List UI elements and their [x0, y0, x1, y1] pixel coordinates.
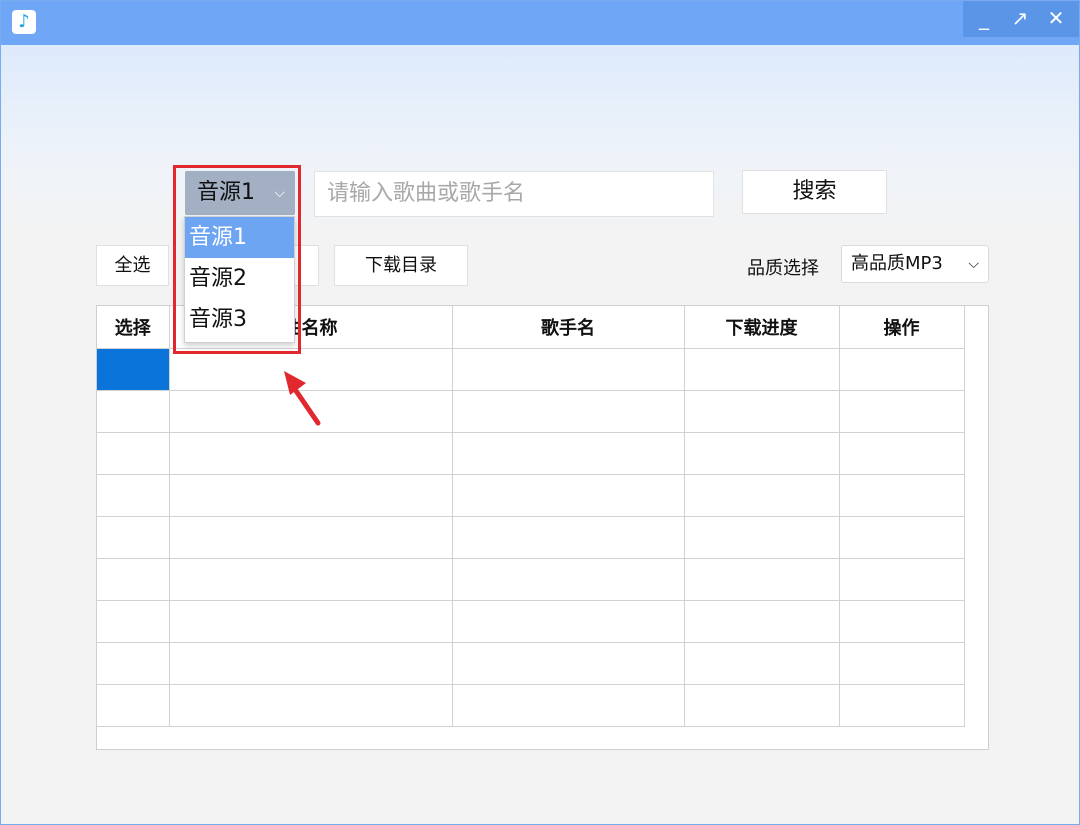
window-controls: _ ↗ ✕	[963, 1, 1079, 37]
search-button[interactable]: 搜索	[742, 170, 887, 214]
table-cell	[683, 599, 840, 643]
column-header-select[interactable]: 选择	[97, 306, 170, 349]
quality-value: 高品质MP3	[851, 253, 943, 274]
table-cell	[168, 431, 453, 475]
table-cell[interactable]	[97, 473, 170, 517]
table-row[interactable]	[97, 557, 965, 601]
table-cell	[838, 347, 965, 391]
table-cell	[838, 473, 965, 517]
table-cell	[683, 431, 840, 475]
column-header-action[interactable]: 操作	[838, 306, 965, 349]
table-cell	[451, 557, 685, 601]
table-cell	[838, 515, 965, 559]
table-cell	[683, 641, 840, 685]
table-cell	[168, 683, 453, 727]
table-row[interactable]	[97, 683, 965, 727]
table-cell	[838, 431, 965, 475]
download-dir-button[interactable]: 下载目录	[334, 245, 468, 286]
quality-label: 品质选择	[747, 258, 819, 279]
table-cell	[168, 557, 453, 601]
song-table: 选择 曲名称 歌手名 下载进度 操作	[96, 305, 989, 750]
table-cell	[683, 473, 840, 517]
minimize-button[interactable]: _	[967, 1, 1001, 37]
table-cell	[168, 641, 453, 685]
music-note-icon: ♪	[12, 10, 36, 34]
close-button[interactable]: ✕	[1039, 1, 1073, 37]
quality-select[interactable]: 高品质MP3 ⌵	[841, 245, 989, 283]
maximize-button[interactable]: ↗	[1003, 1, 1037, 37]
title-bar: ♪ _ ↗ ✕	[1, 1, 1079, 45]
table-row[interactable]	[97, 347, 965, 391]
table-cell	[451, 641, 685, 685]
table-cell[interactable]	[97, 389, 170, 433]
column-header-singer[interactable]: 歌手名	[451, 306, 685, 349]
table-cell	[838, 599, 965, 643]
table-row[interactable]	[97, 515, 965, 559]
table-cell	[168, 473, 453, 517]
table-cell[interactable]	[97, 557, 170, 601]
table-cell	[838, 683, 965, 727]
table-row[interactable]	[97, 473, 965, 517]
table-cell	[168, 599, 453, 643]
table-cell	[168, 515, 453, 559]
table-cell[interactable]	[97, 515, 170, 559]
song-table-grid: 选择 曲名称 歌手名 下载进度 操作	[97, 306, 965, 727]
chevron-down-icon: ⌵	[968, 256, 979, 272]
table-cell	[683, 389, 840, 433]
table-cell	[451, 431, 685, 475]
table-cell	[838, 641, 965, 685]
table-row[interactable]	[97, 599, 965, 643]
table-cell[interactable]	[97, 599, 170, 643]
table-cell[interactable]	[97, 641, 170, 685]
select-all-button[interactable]: 全选	[96, 245, 169, 286]
selected-row-cell[interactable]	[97, 347, 170, 391]
table-cell	[451, 347, 685, 391]
column-header-progress[interactable]: 下载进度	[683, 306, 840, 349]
table-row[interactable]	[97, 641, 965, 685]
table-cell	[838, 389, 965, 433]
table-cell	[451, 389, 685, 433]
table-cell[interactable]	[97, 431, 170, 475]
table-cell	[683, 515, 840, 559]
app-window: ♪ _ ↗ ✕ 音源1 ⌵ 请输入歌曲或歌手名 搜索 全选 下载目录 品质选择 …	[0, 0, 1080, 825]
table-cell	[838, 557, 965, 601]
table-cell	[683, 347, 840, 391]
search-input[interactable]: 请输入歌曲或歌手名	[314, 171, 714, 217]
table-cell	[451, 599, 685, 643]
table-cell	[451, 473, 685, 517]
table-row[interactable]	[97, 431, 965, 475]
table-cell[interactable]	[97, 683, 170, 727]
table-cell	[451, 683, 685, 727]
table-cell	[683, 683, 840, 727]
annotation-arrow-icon	[284, 371, 321, 426]
table-row[interactable]	[97, 389, 965, 433]
annotation-highlight-box	[173, 165, 301, 354]
table-cell	[683, 557, 840, 601]
table-cell	[451, 515, 685, 559]
